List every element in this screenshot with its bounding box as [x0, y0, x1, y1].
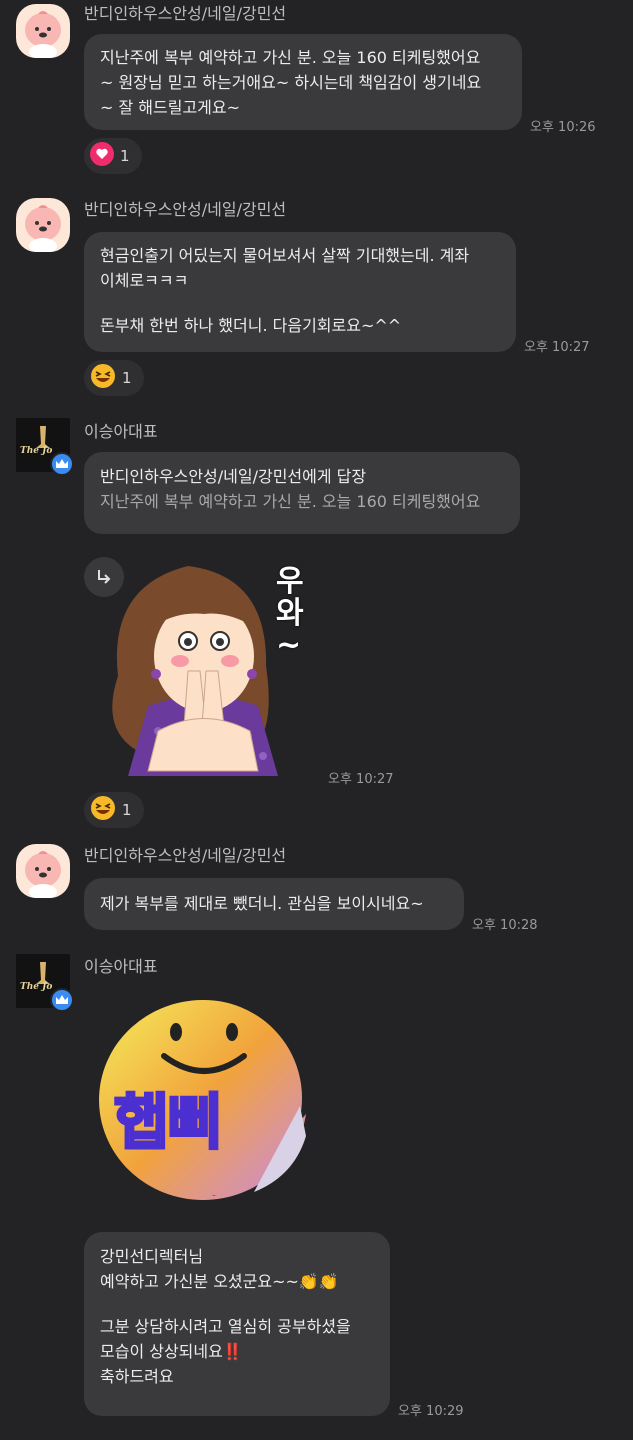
sender-avatar-apeach[interactable]: [16, 844, 70, 898]
sender-avatar-thejo[interactable]: The Jo: [16, 954, 74, 1012]
message-line: 이체로ㅋㅋㅋ: [100, 271, 189, 290]
message-line: 그분 상담하시려고 열심히 공부하셨을: [100, 1317, 351, 1336]
message-line: 돈부채 한번 하나 했더니. 다음기회로요~^^: [100, 316, 402, 335]
grinning-squint-emoji-icon: [90, 795, 116, 825]
reaction-count: 1: [122, 369, 132, 387]
reaction-badge[interactable]: 1: [84, 138, 142, 174]
reply-target: 반디인하우스안성/네일/강민선에게 답장: [100, 467, 367, 486]
sticker-text: 햅삐: [112, 1087, 223, 1160]
sender-avatar-apeach[interactable]: [16, 198, 70, 252]
sticker-text-char: 와: [276, 596, 304, 631]
message-line: ~ 원장님 믿고 하는거애요~ 하시는데 책임감이 생기네요: [100, 73, 482, 92]
sticker-woman-wow[interactable]: 우 와 ~: [88, 556, 320, 786]
message-time: 오후 10:27: [524, 340, 590, 355]
sender-avatar-thejo[interactable]: The Jo: [16, 418, 74, 476]
grinning-squint-emoji-icon: [90, 363, 116, 393]
sender-name: 반디인하우스안성/네일/강민선: [84, 846, 287, 865]
avatar-logo-text: The Jo: [20, 982, 53, 992]
reaction-badge[interactable]: 1: [84, 360, 144, 396]
apeach-avatar-image: [16, 4, 70, 58]
sender-name: 반디인하우스안성/네일/강민선: [84, 4, 287, 23]
message-line: [100, 1294, 374, 1314]
message-bubble[interactable]: 강민선디렉터님 예약하고 가신분 오셨군요~~👏👏 그분 상담하시려고 열심히 …: [84, 1232, 390, 1416]
crown-badge-icon: [50, 988, 74, 1012]
message-line: 모습이 상상되네요‼️: [100, 1342, 243, 1361]
sender-name: 반디인하우스안성/네일/강민선: [84, 200, 287, 219]
message-line: 현금인출기 어딨는지 물어보셔서 살짝 기대했는데. 계좌: [100, 246, 470, 265]
message-line: 제가 복부를 제대로 뺐더니. 관심을 보이시네요~: [100, 894, 424, 913]
message-time: 오후 10:27: [328, 772, 394, 787]
sender-name: 이승아대표: [84, 957, 158, 976]
message-time: 오후 10:26: [530, 120, 596, 135]
message-line: 축하드려요: [100, 1367, 174, 1386]
sender-name: 이승아대표: [84, 422, 158, 441]
heart-icon: [90, 142, 114, 170]
sticker-text: 우 와 ~: [276, 566, 304, 662]
apeach-avatar-image: [16, 844, 70, 898]
reply-bubble[interactable]: 반디인하우스안성/네일/강민선에게 답장 지난주에 복부 예약하고 가신 분. …: [84, 452, 520, 534]
message-time: 오후 10:29: [398, 1404, 464, 1419]
sticker-text-char: ~: [276, 628, 302, 663]
message-line: 예약하고 가신분 오셨군요~~👏👏: [100, 1272, 339, 1291]
message-bubble[interactable]: 지난주에 복부 예약하고 가신 분. 오늘 160 티케팅했어요 ~ 원장님 믿…: [84, 34, 522, 130]
sticker-text-char: 우: [276, 564, 304, 599]
message-line: 지난주에 복부 예약하고 가신 분. 오늘 160 티케팅했어요: [100, 48, 481, 67]
sender-avatar-apeach[interactable]: [16, 4, 70, 58]
apeach-avatar-image: [16, 198, 70, 252]
reaction-count: 1: [122, 801, 132, 819]
reaction-count: 1: [120, 147, 130, 165]
message-line: ~ 잘 해드릴고게요~: [100, 98, 241, 117]
message-time: 오후 10:28: [472, 918, 538, 933]
avatar-logo-text: The Jo: [20, 446, 53, 456]
message-line: [100, 293, 500, 313]
crown-badge-icon: [50, 452, 74, 476]
reply-quote: 지난주에 복부 예약하고 가신 분. 오늘 160 티케팅했어요: [100, 492, 481, 511]
message-bubble[interactable]: 현금인출기 어딨는지 물어보셔서 살짝 기대했는데. 계좌 이체로ㅋㅋㅋ 돈부채…: [84, 232, 516, 352]
reaction-badge[interactable]: 1: [84, 792, 144, 828]
sticker-happy[interactable]: 햅삐: [94, 996, 314, 1204]
message-line: 강민선디렉터님: [100, 1247, 204, 1266]
message-bubble[interactable]: 제가 복부를 제대로 뺐더니. 관심을 보이시네요~: [84, 878, 464, 930]
